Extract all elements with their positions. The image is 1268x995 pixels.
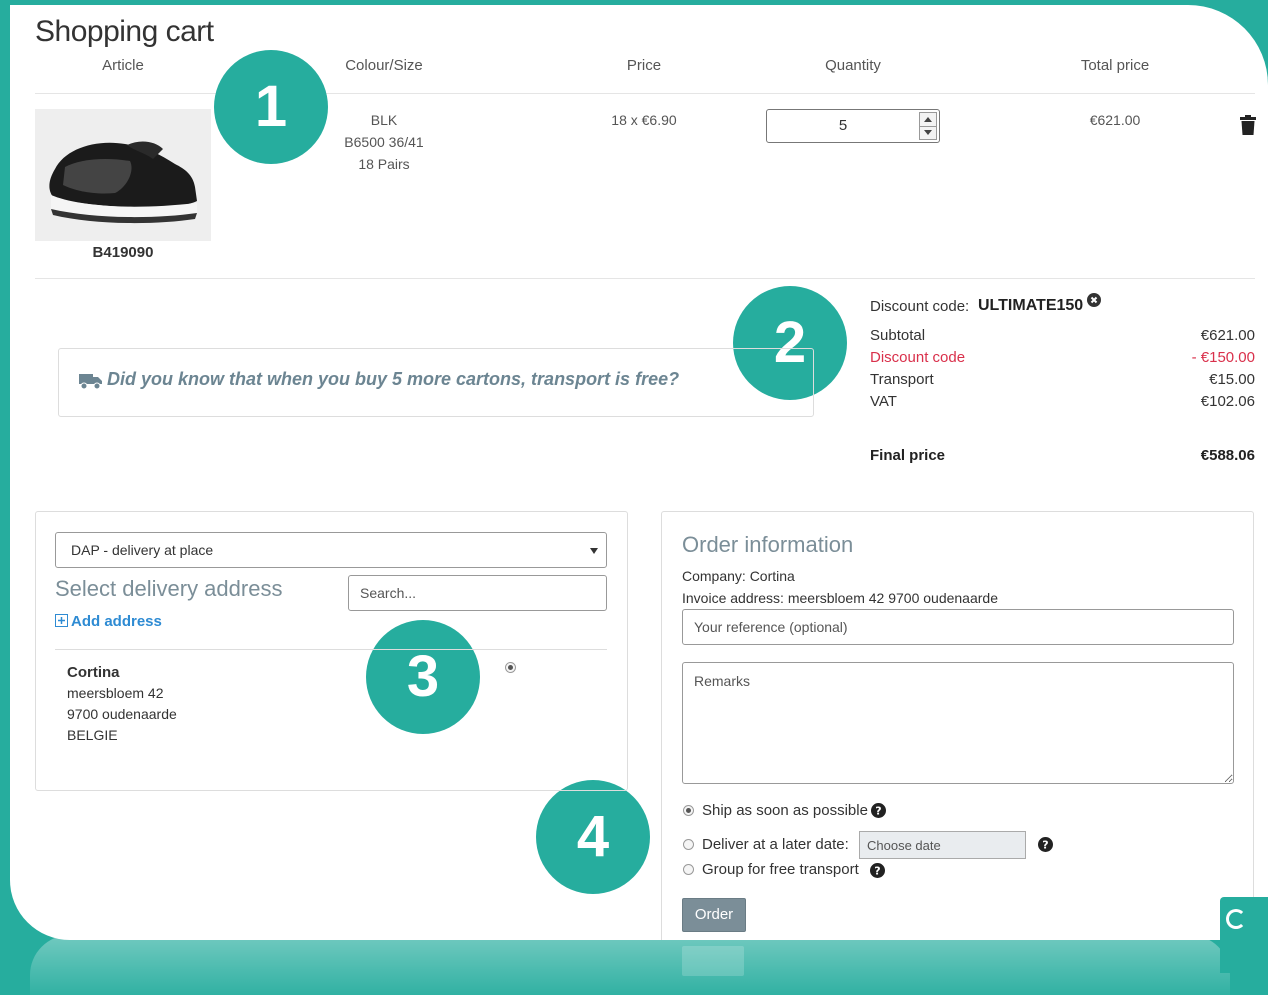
question-icon[interactable]: ? <box>1038 837 1053 857</box>
chevron-down-icon[interactable] <box>920 126 936 139</box>
group-transport-label: Group for free transport <box>702 861 859 878</box>
discount-code-label: Discount code: <box>870 298 970 315</box>
price-cell: 18 x €6.90 <box>611 112 677 128</box>
address-name: Cortina <box>67 664 120 681</box>
background-reflection <box>30 935 1230 995</box>
size-value: B6500 36/41 <box>344 134 424 150</box>
chevron-down-icon <box>590 548 598 554</box>
select-delivery-address-title: Select delivery address <box>55 576 283 601</box>
order-information-title: Order information <box>682 532 854 557</box>
vat-label: VAT <box>870 393 897 410</box>
final-price-value: €588.06 <box>1200 447 1255 464</box>
deliver-later-radio[interactable] <box>683 839 694 850</box>
chat-widget-tab[interactable] <box>1220 897 1268 973</box>
svg-text:?: ? <box>1042 839 1048 852</box>
discount-row-label: Discount code <box>870 349 966 366</box>
discount-code-value: ULTIMATE150 <box>978 297 1084 314</box>
remarks-textarea[interactable] <box>682 662 1234 784</box>
step-badge-1: 1 <box>214 50 328 164</box>
add-address-link[interactable]: Add address <box>55 613 162 631</box>
chat-icon <box>1226 909 1246 929</box>
item-divider <box>35 278 1255 279</box>
colour-value: BLK <box>370 112 398 128</box>
address-street: meersbloem 42 <box>67 685 164 701</box>
transport-value: €15.00 <box>1209 371 1255 388</box>
subtotal-label: Subtotal <box>870 327 926 344</box>
question-icon[interactable]: ? <box>870 863 885 883</box>
header-quantity: Quantity <box>825 57 881 74</box>
plus-square-icon <box>55 614 68 631</box>
trash-icon[interactable] <box>1240 115 1256 140</box>
chevron-up-icon[interactable] <box>920 113 936 127</box>
deliver-later-label: Deliver at a later date: <box>702 836 849 853</box>
header-colour-size: Colour/Size <box>345 57 423 74</box>
ship-asap-label: Ship as soon as possible <box>702 802 868 819</box>
product-sku: B419090 <box>92 244 154 261</box>
truck-icon <box>79 372 103 395</box>
product-image[interactable] <box>35 109 211 241</box>
transport-label: Transport <box>870 371 934 388</box>
order-invoice-address: Invoice address: meersbloem 42 9700 oude… <box>682 590 998 606</box>
date-picker-input[interactable] <box>859 831 1026 859</box>
order-button-reflection <box>682 946 744 976</box>
header-article: Article <box>102 57 144 74</box>
total-price-cell: €621.00 <box>1089 112 1141 128</box>
header-total-price: Total price <box>1080 57 1150 74</box>
shopping-cart-card: Shopping cart Article Colour/Size Price … <box>10 5 1268 940</box>
delivery-method-select[interactable]: DAP - delivery at place <box>55 532 607 568</box>
address-city: 9700 oudenaarde <box>67 706 177 722</box>
tip-text: Did you know that when you buy 5 more ca… <box>107 369 680 389</box>
close-circle-icon[interactable] <box>1087 293 1101 312</box>
add-address-label: Add address <box>71 613 162 630</box>
quantity-spinner[interactable] <box>919 112 937 140</box>
reference-input[interactable] <box>682 609 1234 645</box>
free-transport-tip: Did you know that when you buy 5 more ca… <box>58 348 814 417</box>
ship-asap-radio[interactable] <box>683 805 694 816</box>
group-transport-radio[interactable] <box>683 864 694 875</box>
svg-text:?: ? <box>874 865 880 878</box>
step-badge-4: 4 <box>536 780 650 894</box>
header-price: Price <box>626 57 662 74</box>
quantity-input[interactable]: 5 <box>767 110 919 142</box>
page-title: Shopping cart <box>35 15 214 48</box>
order-company: Company: Cortina <box>682 568 795 584</box>
address-country: BELGIE <box>67 727 118 743</box>
address-divider <box>55 649 607 650</box>
svg-text:?: ? <box>875 805 881 818</box>
address-radio[interactable] <box>505 662 516 673</box>
question-icon[interactable]: ? <box>871 803 886 823</box>
final-price-label: Final price <box>870 447 946 464</box>
vat-value: €102.06 <box>1200 393 1255 410</box>
address-search-input[interactable] <box>348 575 607 611</box>
colour-size-cell: BLK B6500 36/41 18 Pairs <box>310 109 458 175</box>
pairs-value: 18 Pairs <box>358 156 410 172</box>
delivery-method-value: DAP - delivery at place <box>71 542 214 558</box>
order-button[interactable]: Order <box>682 898 746 932</box>
discount-row-value: - €150.00 <box>1191 349 1255 366</box>
quantity-stepper[interactable]: 5 <box>766 109 940 143</box>
subtotal-value: €621.00 <box>1200 327 1255 344</box>
